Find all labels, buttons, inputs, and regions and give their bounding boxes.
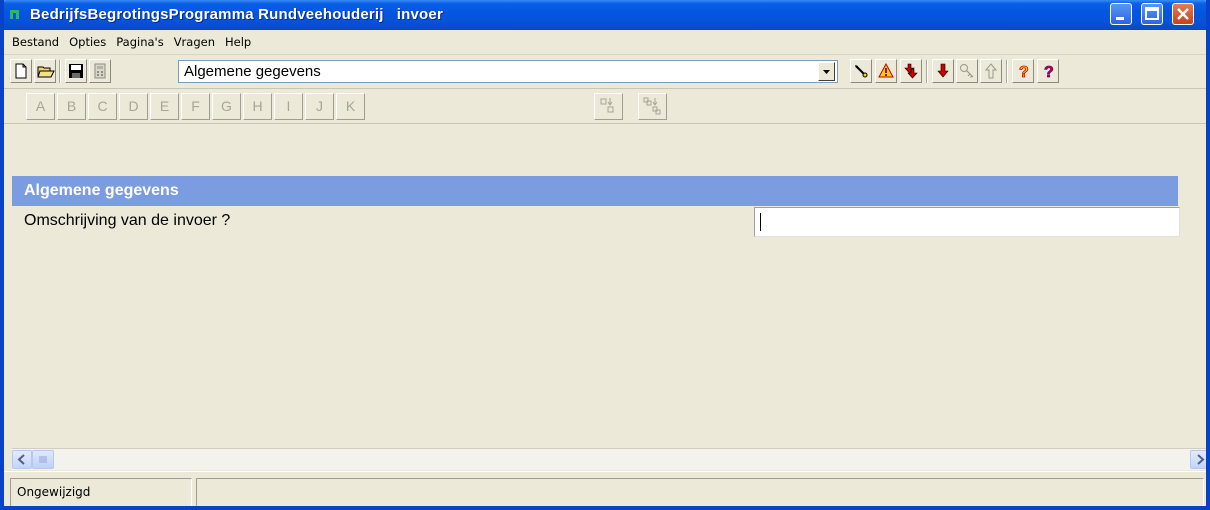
last-page-button[interactable] — [900, 59, 922, 83]
context-help-button[interactable]: ? — [1037, 59, 1059, 83]
main-toolbar: Algemene gegevens ? ? — [4, 55, 1206, 89]
section-toolbar: A B C D E F G H I J K — [4, 89, 1206, 124]
toolbar-separator — [59, 60, 61, 83]
grip-icon — [39, 456, 47, 463]
section-button-e[interactable]: E — [150, 93, 179, 120]
section-button-i[interactable]: I — [274, 93, 303, 120]
save-disk-icon — [69, 64, 83, 78]
question-label: Omschrijving van de invoer ? — [24, 212, 231, 229]
section-button-a[interactable]: A — [26, 93, 55, 120]
key-button[interactable] — [956, 59, 978, 83]
help-context-glyph: ? — [1044, 64, 1054, 79]
scroll-left-icon — [17, 454, 25, 465]
close-button[interactable] — [1172, 3, 1194, 25]
check-button[interactable] — [875, 59, 897, 83]
page-selector[interactable]: Algemene gegevens — [178, 60, 838, 83]
calculator-icon — [94, 63, 106, 79]
help-button[interactable]: ? — [1012, 59, 1034, 83]
help-context-icon: ? — [1044, 64, 1055, 79]
menu-bestand[interactable]: Bestand — [8, 33, 63, 51]
menu-help[interactable]: Help — [221, 33, 255, 51]
help-glyph: ? — [1019, 64, 1029, 79]
help-icon: ? — [1019, 64, 1030, 79]
section-button-h[interactable]: H — [243, 93, 272, 120]
section-button-k[interactable]: K — [336, 93, 365, 120]
arrow-up-icon — [984, 63, 998, 79]
arrow-down-icon — [937, 63, 949, 78]
status-bar: Ongewijzigd — [4, 471, 1206, 506]
scroll-right-button[interactable] — [1190, 450, 1206, 469]
status-pane-info — [196, 478, 1204, 506]
toolbar-separator — [1006, 60, 1008, 83]
toolbar-separator — [926, 60, 928, 83]
section-header: Algemene gegevens — [12, 176, 1178, 206]
close-icon — [1177, 8, 1189, 20]
maximize-icon — [1145, 7, 1159, 20]
menu-opties[interactable]: Opties — [65, 33, 110, 51]
text-caret — [760, 213, 761, 231]
menu-paginas[interactable]: Pagina's — [112, 33, 167, 51]
page-selector-dropdown[interactable] — [818, 62, 835, 81]
form-area — [4, 124, 1206, 450]
scroll-right-icon — [1197, 454, 1205, 465]
next-button[interactable] — [932, 59, 954, 83]
copy-down-button[interactable] — [594, 93, 623, 120]
dropdown-arrow-icon — [823, 70, 830, 74]
minimize-button[interactable] — [1110, 3, 1132, 25]
section-button-d[interactable]: D — [119, 93, 148, 120]
section-button-b[interactable]: B — [57, 93, 86, 120]
new-button[interactable] — [10, 59, 32, 83]
app-icon — [10, 10, 19, 19]
double-arrow-down-icon — [904, 63, 918, 79]
horizontal-scrollbar[interactable] — [12, 448, 1206, 470]
open-folder-icon — [37, 66, 55, 78]
warning-book-icon — [878, 63, 894, 78]
open-button[interactable] — [34, 59, 56, 83]
title-bar[interactable]: BedrijfsBegrotingsProgramma Rundveehoude… — [4, 0, 1206, 30]
section-button-g[interactable]: G — [212, 93, 241, 120]
previous-button[interactable] — [980, 59, 1002, 83]
copy-all-down-icon — [643, 97, 661, 115]
copy-down-icon — [600, 98, 614, 113]
calculator-button[interactable] — [89, 59, 111, 83]
scroll-left-button[interactable] — [12, 450, 32, 469]
minimize-icon — [1116, 17, 1124, 20]
application-window: BedrijfsBegrotingsProgramma Rundveehoude… — [0, 0, 1210, 510]
status-text: Ongewijzigd — [17, 485, 91, 499]
status-pane-state: Ongewijzigd — [10, 478, 192, 506]
key-icon — [960, 64, 974, 78]
maximize-button[interactable] — [1141, 3, 1163, 25]
save-button[interactable] — [65, 59, 87, 83]
menu-vragen[interactable]: Vragen — [170, 33, 219, 51]
menu-bar: Bestand Opties Pagina's Vragen Help — [4, 30, 1206, 55]
section-button-c[interactable]: C — [88, 93, 117, 120]
section-button-f[interactable]: F — [181, 93, 210, 120]
scroll-thumb[interactable] — [32, 450, 54, 469]
edit-button[interactable] — [850, 59, 872, 83]
description-input[interactable] — [754, 207, 1180, 237]
page-selector-value: Algemene gegevens — [184, 63, 321, 80]
new-document-icon — [15, 63, 27, 79]
copy-all-down-button[interactable] — [638, 93, 667, 120]
window-title: BedrijfsBegrotingsProgramma Rundveehoude… — [30, 6, 443, 23]
pen-icon — [855, 65, 868, 78]
section-button-j[interactable]: J — [305, 93, 334, 120]
